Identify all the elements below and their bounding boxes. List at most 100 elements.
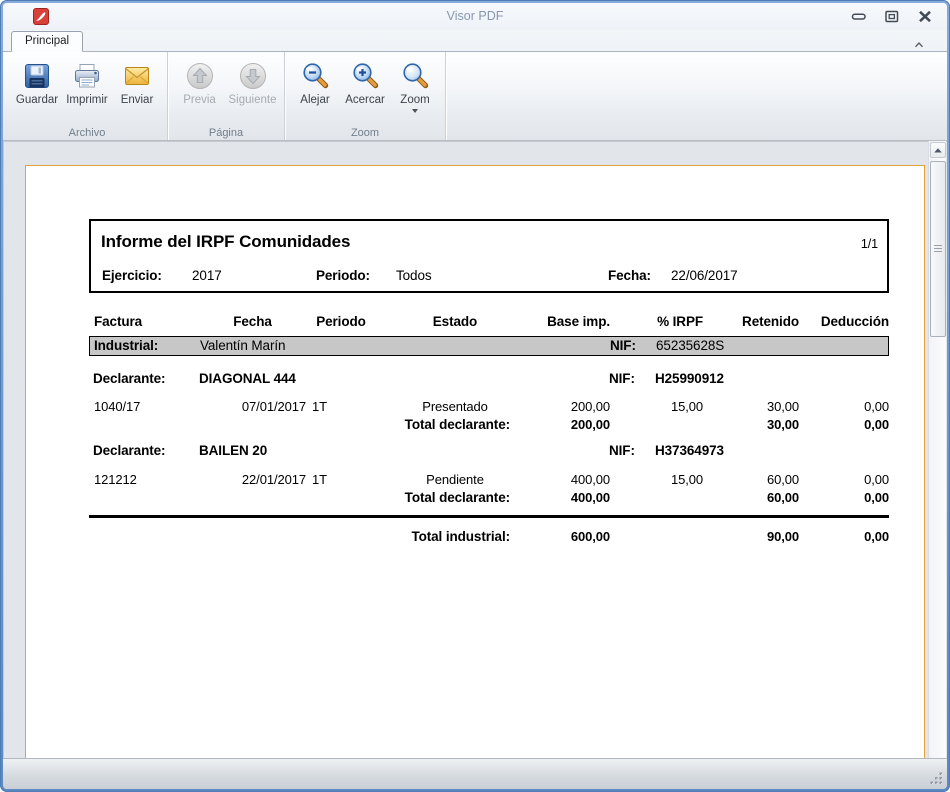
minimize-button[interactable] bbox=[851, 10, 867, 23]
industrial-nif-label: NIF: bbox=[610, 337, 636, 355]
declarante-label: Declarante: bbox=[93, 371, 165, 387]
table-header-row: Factura Fecha Periodo Estado Base imp. %… bbox=[89, 314, 889, 329]
fecha-value: 22/06/2017 bbox=[671, 268, 738, 283]
total-declarante-label: Total declarante: bbox=[89, 417, 534, 432]
button-label: Acercar bbox=[345, 94, 385, 106]
floppy-disk-icon bbox=[21, 60, 53, 92]
scrollbar-thumb[interactable] bbox=[930, 161, 946, 337]
window-body: Visor PDF Principal Guardar bbox=[3, 3, 947, 789]
button-label: Zoom bbox=[400, 94, 429, 106]
col-periodo: Periodo bbox=[306, 314, 376, 329]
report-header-box: Informe del IRPF Comunidades 1/1 Ejercic… bbox=[89, 219, 889, 293]
arrow-up-circle-icon bbox=[184, 60, 216, 92]
total-deduccion: 0,00 bbox=[799, 417, 889, 432]
close-button[interactable] bbox=[917, 10, 933, 23]
report-content: Informe del IRPF Comunidades 1/1 Ejercic… bbox=[89, 219, 889, 544]
cell-deduccion: 0,00 bbox=[799, 399, 889, 414]
siguiente-button[interactable]: Siguiente bbox=[226, 55, 279, 106]
total-declarante-row: Total declarante: 200,00 30,00 0,00 bbox=[89, 417, 889, 432]
ejercicio-label: Ejercicio: bbox=[102, 268, 162, 283]
printer-icon bbox=[71, 60, 103, 92]
declarante-name: BAILEN 20 bbox=[199, 443, 267, 459]
cell-base: 400,00 bbox=[534, 472, 610, 487]
ribbon: Guardar Imprimir Enviar Archivo bbox=[3, 52, 947, 141]
table-row: 121212 22/01/2017 1T Pendiente 400,00 15… bbox=[89, 472, 889, 487]
tab-principal[interactable]: Principal bbox=[11, 31, 83, 52]
cell-fecha: 22/01/2017 bbox=[199, 472, 306, 487]
cell-base: 200,00 bbox=[534, 399, 610, 414]
total-retenido: 30,00 bbox=[703, 417, 799, 432]
report-title: Informe del IRPF Comunidades bbox=[101, 232, 350, 252]
cell-deduccion: 0,00 bbox=[799, 472, 889, 487]
industrial-band: Industrial: Valentín Marín NIF: 65235628… bbox=[89, 336, 889, 356]
periodo-label: Periodo: bbox=[316, 268, 370, 283]
ribbon-group-zoom: Alejar Acercar Zoom Zoom bbox=[285, 52, 446, 140]
declarante-row: Declarante: BAILEN 20 NIF: H37364973 bbox=[89, 443, 889, 459]
maximize-button[interactable] bbox=[884, 10, 900, 23]
pdf-page: Informe del IRPF Comunidades 1/1 Ejercic… bbox=[25, 165, 925, 758]
total-declarante-row: Total declarante: 400,00 60,00 0,00 bbox=[89, 490, 889, 505]
ribbon-group-archivo: Guardar Imprimir Enviar Archivo bbox=[7, 52, 168, 140]
cell-periodo: 1T bbox=[306, 472, 376, 487]
industrial-label: Industrial: bbox=[94, 337, 158, 355]
group-label-zoom: Zoom bbox=[285, 127, 445, 139]
col-base-imp: Base imp. bbox=[534, 314, 610, 329]
cell-estado: Pendiente bbox=[376, 472, 534, 487]
group-label-pagina: Página bbox=[168, 127, 284, 139]
declarante-nif-label: NIF: bbox=[609, 371, 635, 387]
vertical-scrollbar[interactable] bbox=[928, 141, 946, 758]
periodo-value: Todos bbox=[396, 268, 432, 283]
ejercicio-value: 2017 bbox=[192, 268, 222, 283]
guardar-button[interactable]: Guardar bbox=[12, 55, 62, 106]
declarante-nif-label: NIF: bbox=[609, 443, 635, 459]
zoom-dropdown-arrow-icon[interactable] bbox=[412, 109, 418, 116]
button-label: Imprimir bbox=[66, 94, 108, 106]
declarante-row: Declarante: DIAGONAL 444 NIF: H25990912 bbox=[89, 371, 889, 387]
imprimir-button[interactable]: Imprimir bbox=[62, 55, 112, 106]
fecha-label: Fecha: bbox=[608, 268, 651, 283]
group-label-archivo: Archivo bbox=[7, 127, 167, 139]
total-industrial-row: Total industrial: 600,00 90,00 0,00 bbox=[89, 529, 889, 544]
cell-estado: Presentado bbox=[376, 399, 534, 414]
window-controls bbox=[851, 10, 933, 23]
industrial-nif-value: 65235628S bbox=[656, 337, 724, 355]
total-industrial-retenido: 90,00 bbox=[703, 529, 799, 544]
enviar-button[interactable]: Enviar bbox=[112, 55, 162, 106]
button-label: Previa bbox=[183, 94, 216, 106]
zoom-button[interactable]: Zoom bbox=[390, 55, 440, 116]
acercar-button[interactable]: Acercar bbox=[340, 55, 390, 106]
industrial-name: Valentín Marín bbox=[200, 337, 285, 355]
ribbon-collapse-icon[interactable] bbox=[913, 36, 925, 45]
ribbon-group-pagina: Previa Siguiente Página bbox=[168, 52, 285, 140]
previa-button[interactable]: Previa bbox=[173, 55, 226, 106]
total-retenido: 60,00 bbox=[703, 490, 799, 505]
button-label: Alejar bbox=[300, 94, 329, 106]
button-label: Guardar bbox=[16, 94, 58, 106]
button-label: Enviar bbox=[121, 94, 154, 106]
cell-irpf: 15,00 bbox=[610, 472, 703, 487]
cell-irpf: 15,00 bbox=[610, 399, 703, 414]
total-divider-line bbox=[89, 515, 889, 518]
titlebar[interactable]: Visor PDF bbox=[3, 3, 947, 30]
cell-factura: 1040/17 bbox=[89, 399, 199, 414]
col-fecha: Fecha bbox=[199, 314, 306, 329]
col-retenido: Retenido bbox=[703, 314, 799, 329]
total-declarante-label: Total declarante: bbox=[89, 490, 534, 505]
alejar-button[interactable]: Alejar bbox=[290, 55, 340, 106]
arrow-down-circle-icon bbox=[237, 60, 269, 92]
declarante-label: Declarante: bbox=[93, 443, 165, 459]
document-viewport[interactable]: Informe del IRPF Comunidades 1/1 Ejercic… bbox=[3, 141, 947, 758]
magnifier-minus-icon bbox=[299, 60, 331, 92]
app-window: Visor PDF Principal Guardar bbox=[0, 0, 950, 792]
page-indicator: 1/1 bbox=[861, 237, 878, 251]
button-label: Siguiente bbox=[229, 94, 277, 106]
window-title: Visor PDF bbox=[3, 9, 947, 23]
resize-grip[interactable] bbox=[930, 772, 943, 785]
total-deduccion: 0,00 bbox=[799, 490, 889, 505]
table-row: 1040/17 07/01/2017 1T Presentado 200,00 … bbox=[89, 399, 889, 414]
cell-periodo: 1T bbox=[306, 399, 376, 414]
status-bar bbox=[3, 758, 947, 789]
scrollbar-up-button[interactable] bbox=[930, 142, 946, 158]
col-deduccion: Deducción bbox=[799, 314, 889, 329]
ribbon-tab-row: Principal bbox=[3, 30, 947, 52]
